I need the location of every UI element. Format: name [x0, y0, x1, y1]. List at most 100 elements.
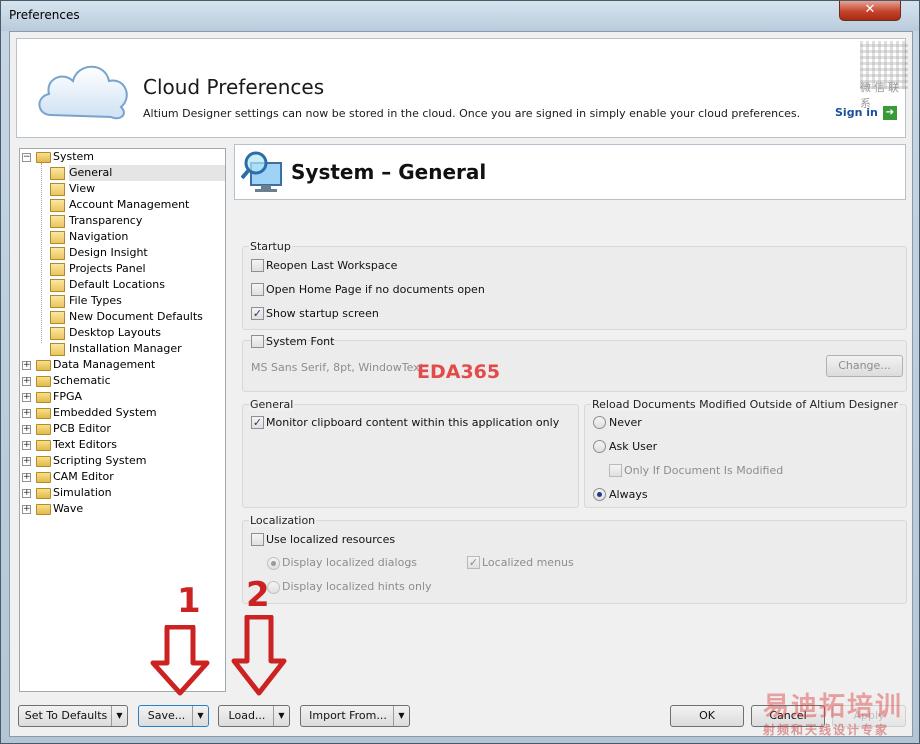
dropdown-arrow-icon[interactable]: ▼	[192, 706, 208, 726]
annotation-number-2: 2	[246, 575, 270, 615]
tree-item-navigation[interactable]: Navigation	[22, 229, 222, 245]
collapse-icon[interactable]: −	[22, 153, 31, 162]
tree-item-embedded-system[interactable]: + Embedded System	[22, 405, 222, 421]
import-from-button[interactable]: Import From... ▼	[300, 705, 410, 727]
localization-label: Localization	[249, 514, 317, 527]
show-startup-screen-label: Show startup screen	[266, 307, 379, 320]
tree-item-scripting-system[interactable]: + Scripting System	[22, 453, 222, 469]
expand-icon[interactable]: +	[22, 409, 31, 418]
page-icon	[50, 343, 65, 356]
folder-icon	[36, 488, 51, 499]
only-if-modified-checkbox[interactable]	[609, 464, 622, 477]
dropdown-arrow-icon[interactable]: ▼	[111, 706, 127, 726]
expand-icon[interactable]: +	[22, 457, 31, 466]
tree-item-simulation[interactable]: + Simulation	[22, 485, 222, 501]
reopen-workspace-label: Reopen Last Workspace	[266, 259, 398, 272]
page-title: System – General	[291, 160, 487, 184]
tree-item-fpga[interactable]: + FPGA	[22, 389, 222, 405]
change-font-button[interactable]: Change...	[826, 355, 903, 377]
folder-icon	[36, 408, 51, 419]
tree-item-transparency[interactable]: Transparency	[22, 213, 222, 229]
save-button[interactable]: Save... ▼	[138, 705, 209, 727]
system-font-label: System Font	[266, 335, 335, 348]
dropdown-arrow-icon[interactable]: ▼	[393, 706, 409, 726]
tree-item-data-management[interactable]: + Data Management	[22, 357, 222, 373]
reload-always-label: Always	[609, 488, 648, 501]
tree-item-projects-panel[interactable]: Projects Panel	[22, 261, 222, 277]
folder-icon	[36, 456, 51, 467]
folder-icon	[36, 392, 51, 403]
tree-item-desktop-layouts[interactable]: Desktop Layouts	[22, 325, 222, 341]
tree-item-system[interactable]: − System	[22, 149, 222, 165]
title-bar[interactable]: Preferences ✕	[1, 1, 919, 31]
cloud-description: Altium Designer settings can now be stor…	[143, 107, 801, 120]
expand-icon[interactable]: +	[22, 473, 31, 482]
down-arrow-icon	[231, 615, 287, 696]
ok-button[interactable]: OK	[670, 705, 744, 727]
watermark-logo: 易迪拓培训	[763, 692, 904, 722]
dialog-client: Cloud Preferences Altium Designer settin…	[9, 31, 913, 737]
system-font-value: MS Sans Serif, 8pt, WindowText	[251, 361, 424, 374]
tree-item-default-locations[interactable]: Default Locations	[22, 277, 222, 293]
expand-icon[interactable]: +	[22, 505, 31, 514]
annotation-number-1: 1	[177, 581, 201, 621]
use-localized-label: Use localized resources	[266, 533, 396, 546]
reload-never-label: Never	[609, 416, 642, 429]
tree-item-new-document-defaults[interactable]: New Document Defaults	[22, 309, 222, 325]
page-icon	[50, 215, 65, 228]
reload-never-radio[interactable]	[593, 416, 606, 429]
watermark-tagline: 射频和天线设计专家	[763, 723, 890, 737]
page-icon	[50, 247, 65, 260]
page-icon	[50, 263, 65, 276]
tree-item-pcb-editor[interactable]: + PCB Editor	[22, 421, 222, 437]
reload-always-radio[interactable]	[593, 488, 606, 501]
page-icon	[50, 279, 65, 292]
show-startup-screen-checkbox[interactable]: ✓	[251, 307, 264, 320]
folder-icon	[36, 440, 51, 451]
expand-icon[interactable]: +	[22, 441, 31, 450]
startup-label: Startup	[249, 240, 292, 253]
watermark-text: 微信联系	[860, 81, 902, 110]
monitor-clipboard-checkbox[interactable]: ✓	[251, 416, 264, 429]
load-button[interactable]: Load... ▼	[218, 705, 290, 727]
localized-menus-checkbox[interactable]: ✓	[467, 556, 480, 569]
tree-item-file-types[interactable]: File Types	[22, 293, 222, 309]
tree-item-view[interactable]: View	[22, 181, 222, 197]
tree-item-installation-manager[interactable]: Installation Manager	[22, 341, 222, 357]
tree-item-general[interactable]: General	[22, 165, 225, 181]
reopen-workspace-checkbox[interactable]	[251, 259, 264, 272]
localized-hints-label: Display localized hints only	[282, 580, 432, 593]
down-arrow-icon	[150, 625, 210, 696]
tree-item-design-insight[interactable]: Design Insight	[22, 245, 222, 261]
expand-icon[interactable]: +	[22, 393, 31, 402]
folder-open-icon	[36, 152, 51, 163]
system-font-checkbox[interactable]	[251, 335, 264, 348]
page-icon	[50, 183, 65, 196]
expand-icon[interactable]: +	[22, 425, 31, 434]
use-localized-checkbox[interactable]	[251, 533, 264, 546]
reload-label: Reload Documents Modified Outside of Alt…	[591, 398, 900, 411]
reload-ask-user-label: Ask User	[609, 440, 658, 453]
open-home-page-checkbox[interactable]	[251, 283, 264, 296]
tree-item-schematic[interactable]: + Schematic	[22, 373, 222, 389]
only-if-modified-label: Only If Document Is Modified	[624, 464, 784, 477]
expand-icon[interactable]: +	[22, 489, 31, 498]
general-label: General	[249, 398, 295, 411]
reload-ask-user-radio[interactable]	[593, 440, 606, 453]
expand-icon[interactable]: +	[22, 361, 31, 370]
localized-dialogs-radio[interactable]	[267, 557, 280, 570]
folder-icon	[36, 376, 51, 387]
tree-item-text-editors[interactable]: + Text Editors	[22, 437, 222, 453]
folder-icon	[36, 360, 51, 371]
tree-item-cam-editor[interactable]: + CAM Editor	[22, 469, 222, 485]
page-header: System – General	[234, 144, 906, 200]
dropdown-arrow-icon[interactable]: ▼	[273, 706, 289, 726]
tree-item-wave[interactable]: + Wave	[22, 501, 222, 517]
close-button[interactable]: ✕	[839, 1, 901, 21]
folder-icon	[36, 424, 51, 435]
set-to-defaults-button[interactable]: Set To Defaults ▼	[18, 705, 128, 727]
page-icon	[50, 295, 65, 308]
expand-icon[interactable]: +	[22, 377, 31, 386]
tree-item-account-management[interactable]: Account Management	[22, 197, 222, 213]
monitor-clipboard-label: Monitor clipboard content within this ap…	[266, 416, 560, 429]
